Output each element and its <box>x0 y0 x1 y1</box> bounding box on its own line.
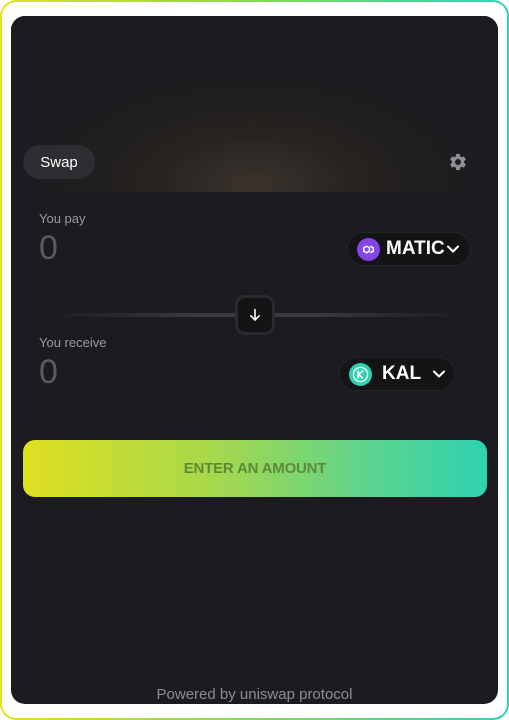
pay-token-symbol: MATIC <box>386 238 445 259</box>
settings-gear-icon[interactable] <box>448 152 468 172</box>
swap-widget: Swap You pay 0 MATIC You receive 0 KAL E… <box>11 16 498 704</box>
kal-icon <box>349 362 372 386</box>
polygon-icon <box>357 237 380 261</box>
flip-direction-button[interactable] <box>235 295 275 335</box>
enter-amount-label: ENTER AN AMOUNT <box>183 460 327 477</box>
receive-label: You receive <box>39 335 107 350</box>
receive-amount-input[interactable]: 0 <box>39 353 58 392</box>
pay-token-selector[interactable]: MATIC <box>347 232 471 266</box>
swap-tab[interactable]: Swap <box>23 145 95 179</box>
chevron-down-icon <box>446 245 459 253</box>
chevron-down-icon <box>433 370 446 378</box>
receive-token-symbol: KAL <box>382 363 422 384</box>
pay-amount-input[interactable]: 0 <box>39 229 58 268</box>
arrow-down-icon <box>250 308 260 321</box>
powered-by-footer: Powered by uniswap protocol <box>156 686 353 703</box>
pay-label: You pay <box>39 211 86 226</box>
receive-token-selector[interactable]: KAL <box>339 357 455 391</box>
swap-tab-label: Swap <box>40 153 78 171</box>
enter-amount-button[interactable]: ENTER AN AMOUNT <box>23 440 487 497</box>
